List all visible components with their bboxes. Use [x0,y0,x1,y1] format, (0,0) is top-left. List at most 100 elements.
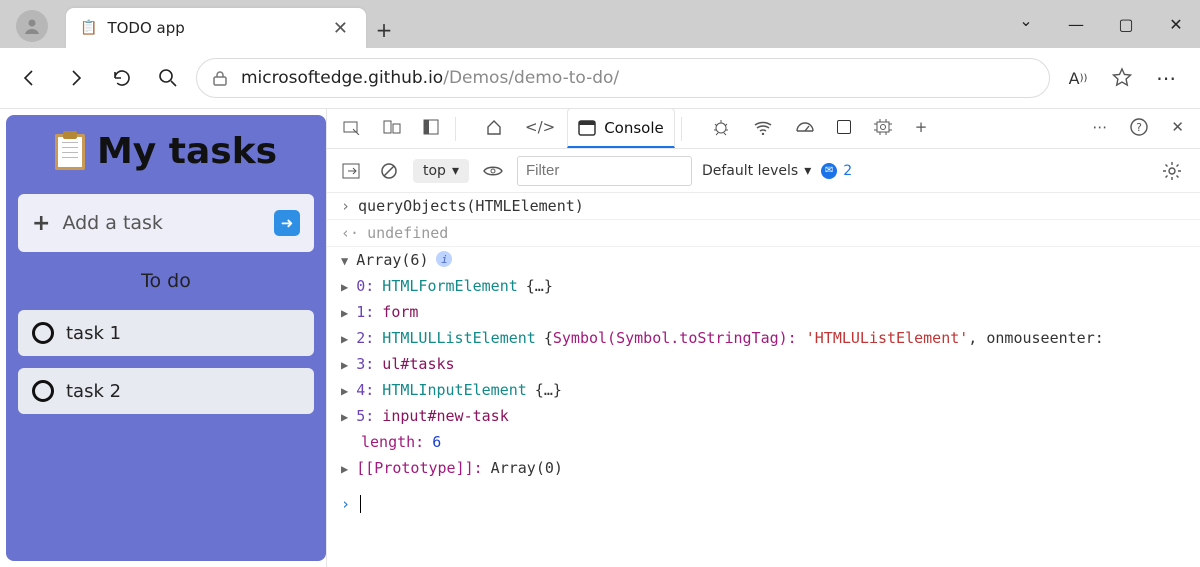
favorite-button[interactable] [1104,60,1140,96]
toggle-sidebar-button[interactable] [337,153,365,189]
clipboard-icon: 📋 [80,20,97,36]
lock-icon [211,69,229,87]
plus-icon: + [32,211,50,236]
gear-icon [1162,161,1182,181]
close-window-button[interactable]: ✕ [1164,15,1188,34]
titlebar: 📋 TODO app ✕ + — ▢ ✕ [0,0,1200,48]
eye-icon [483,164,503,178]
console-output[interactable]: › queryObjects(HTMLElement) ‹· undefined… [327,193,1200,567]
chat-bubble-icon: ✉ [821,163,837,179]
bug-icon [711,118,731,136]
console-input-line: queryObjects(HTMLElement) [358,197,584,215]
task-item[interactable]: task 1 [18,310,314,356]
more-tools-button[interactable]: ⋯ [1082,109,1117,148]
maximize-button[interactable]: ▢ [1114,15,1138,34]
forward-button[interactable] [58,60,94,96]
console-object-row[interactable]: ▶ 4: HTMLInputElement {…} [327,377,1200,403]
ban-icon [380,162,398,180]
checkbox-circle-icon[interactable] [32,380,54,402]
console-object-row[interactable]: ▼ Array(6) i [327,247,1200,273]
clear-console-button[interactable] [375,153,403,189]
live-expression-button[interactable] [479,153,507,189]
disclosure-triangle-icon[interactable]: ▶ [341,306,348,320]
caret-down-icon: ▾ [804,163,811,179]
browser-tab[interactable]: 📋 TODO app ✕ [66,8,366,48]
prompt-input-icon: › [341,197,350,215]
chevron-down-icon[interactable] [1014,15,1038,34]
disclosure-triangle-open-icon[interactable]: ▼ [341,254,348,268]
home-icon [485,118,503,136]
add-task-input[interactable]: + Add a task ➜ [18,194,314,252]
dock-side-button[interactable] [413,109,449,148]
welcome-tab[interactable] [475,109,513,148]
task-list: task 1 task 2 [18,310,314,414]
browser-window: 📋 TODO app ✕ + — ▢ ✕ [0,0,1200,567]
console-object-row[interactable]: ▶ 5: input#new-task [327,403,1200,429]
console-object-row[interactable]: ▶ 1: form [327,299,1200,325]
chip-icon [873,118,893,136]
clipboard-icon [55,134,85,170]
context-selector[interactable]: top ▾ [413,159,469,183]
task-label: task 2 [66,381,121,402]
filter-input[interactable] [517,156,692,186]
caret-down-icon: ▾ [452,163,459,179]
help-button[interactable]: ? [1119,109,1159,148]
search-button[interactable] [150,60,186,96]
disclosure-triangle-icon[interactable]: ▶ [341,332,348,346]
tab-title: TODO app [107,19,318,37]
person-icon [23,17,41,35]
address-bar[interactable]: microsoftedge.github.io/Demos/demo-to-do… [196,58,1050,98]
profile-avatar[interactable] [16,10,48,42]
submit-task-button[interactable]: ➜ [274,210,300,236]
console-icon [578,120,596,136]
code-icon: </> [525,118,555,136]
prompt-input-icon: › [341,495,350,513]
window-controls: — ▢ ✕ [1014,0,1200,48]
minimize-button[interactable]: — [1064,15,1088,34]
new-tab-button[interactable]: + [366,12,402,48]
app-title: My tasks [18,131,314,172]
info-icon[interactable]: i [436,251,452,267]
url-text: microsoftedge.github.io/Demos/demo-to-do… [241,68,619,88]
network-tab[interactable] [743,109,783,148]
task-label: task 1 [66,323,121,344]
prompt-output-icon: ‹· [341,224,359,242]
toolbar: microsoftedge.github.io/Demos/demo-to-do… [0,48,1200,109]
performance-icon [795,119,815,135]
elements-tab[interactable]: </> [515,109,565,148]
console-toolbar: top ▾ Default levels ▾ ✉ 2 [327,149,1200,193]
console-tab[interactable]: Console [567,109,675,148]
more-tabs-button[interactable]: + [905,109,938,148]
application-tab[interactable] [827,109,861,148]
log-levels-selector[interactable]: Default levels ▾ [702,163,811,179]
refresh-button[interactable] [104,60,140,96]
console-object-row[interactable]: ▶ 3: ul#tasks [327,351,1200,377]
performance-tab[interactable] [785,109,825,148]
disclosure-triangle-icon[interactable]: ▶ [341,410,348,424]
checkbox-circle-icon[interactable] [32,322,54,344]
issues-badge[interactable]: ✉ 2 [821,163,852,179]
disclosure-triangle-icon[interactable]: ▶ [341,384,348,398]
device-toggle-button[interactable] [373,109,411,148]
console-object-row[interactable]: ▶ 2: HTMLULListElement {Symbol(Symbol.to… [327,325,1200,351]
console-settings-button[interactable] [1154,153,1190,189]
sources-tab[interactable] [701,109,741,148]
add-task-placeholder: Add a task [62,212,262,234]
inspect-button[interactable] [333,109,371,148]
close-devtools-button[interactable]: ✕ [1161,109,1194,148]
help-icon: ? [1129,117,1149,137]
disclosure-triangle-icon[interactable]: ▶ [341,358,348,372]
disclosure-triangle-icon[interactable]: ▶ [341,280,348,294]
console-object-row[interactable]: ▶ 0: HTMLFormElement {…} [327,273,1200,299]
tab-close-button[interactable]: ✕ [329,18,352,39]
text-cursor[interactable] [360,495,361,513]
more-button[interactable]: ⋯ [1148,60,1184,96]
devtools-tabstrip: </> Console + ⋯ ? ✕ [327,109,1200,149]
task-item[interactable]: task 2 [18,368,314,414]
memory-tab[interactable] [863,109,903,148]
disclosure-triangle-icon[interactable]: ▶ [341,462,348,476]
wifi-icon [753,119,773,135]
console-object-row[interactable]: ▶ [[Prototype]]: Array(0) [327,455,1200,481]
read-aloud-button[interactable]: A)) [1060,60,1096,96]
back-button[interactable] [12,60,48,96]
